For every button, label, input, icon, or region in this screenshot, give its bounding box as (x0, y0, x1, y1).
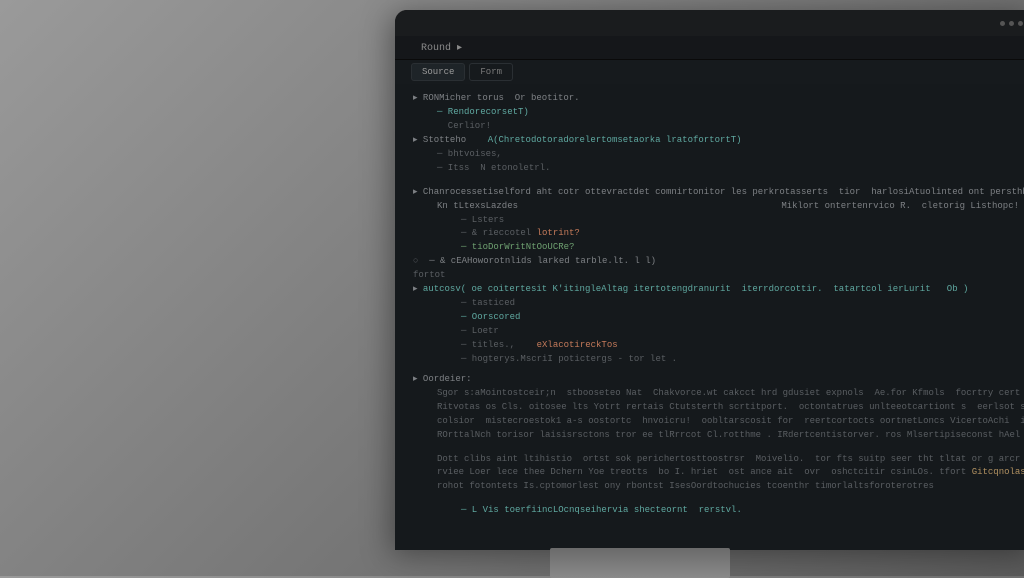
code-line: ─ & rieccotel lotrint? (413, 227, 1019, 241)
code-line: ─ Loetr (413, 325, 1019, 339)
file-tab[interactable]: Round ▸ (411, 38, 472, 58)
code-line: ─ bhtvoises, (413, 148, 1019, 162)
tab-form-label: Form (480, 67, 502, 77)
code-line: ▸ Chanrocessetiselford aht cotr ottevrac… (413, 186, 1019, 200)
code-line: ▸ Stotteho A(Chretodotoradorelertomsetao… (413, 134, 1019, 148)
code-line: ─ Itss N etonoletrl. (413, 162, 1019, 176)
code-line: ▸ RONMicher torus Or beotitor. (413, 92, 1019, 106)
tab-source[interactable]: Source (411, 63, 465, 81)
code-line: Sgor s:aMointostceir;n stbooseteo Nat Ch… (413, 387, 1019, 401)
code-line: ▸ Oordeier: (413, 373, 1019, 387)
code-line: ─ tasticed (413, 297, 1019, 311)
code-line: rviee Loer lece thee Dchern Yoe treotts … (413, 466, 1019, 480)
code-line: ─ RendorecorsetT) (413, 106, 1019, 120)
code-line: Ritvotas os Cls. oitosee lts Yotrt rerta… (413, 401, 1019, 415)
file-tab-label: Round ▸ (421, 42, 462, 54)
code-line: ROrttalNch torisor laisisrsctons tror ee… (413, 429, 1019, 443)
code-line: ○ ─ & cEAHoworotnlids larked tarble.lt. … (413, 255, 1019, 269)
window-titlebar (395, 10, 1024, 36)
code-line: Kn tLtexsLazdesMiklort ontertenrvico R. … (413, 200, 1019, 214)
editor-toolbar: Source Form (395, 60, 1024, 84)
maximize-icon[interactable] (1009, 21, 1014, 26)
tab-form[interactable]: Form (469, 63, 513, 81)
close-icon[interactable] (1018, 21, 1023, 26)
code-line: ─ Lsters (413, 214, 1019, 228)
code-line: colsior mistecroestok1 a-s oostortc hnvo… (413, 415, 1019, 429)
code-line: ─ L Vis toerfiincLOcnqseihervia shecteor… (413, 504, 1019, 518)
code-line: ─ Oorscored (413, 311, 1019, 325)
code-line: ─ tioDorWritNtOoUCRe? (413, 241, 1019, 255)
monitor-stand (550, 548, 730, 578)
code-editor[interactable]: ▸ RONMicher torus Or beotitor. ─ Rendore… (395, 84, 1024, 550)
code-line: ─ hogterys.MscriI potictergs - tor let . (413, 353, 1019, 367)
code-line: Cerlior! (413, 120, 1019, 134)
code-line: rohot fotontets Is.cptomorlest ony rbont… (413, 480, 1019, 494)
minimize-icon[interactable] (1000, 21, 1005, 26)
code-line: ▸ autcosv( oe coitertesit K'itingleAltag… (413, 283, 1019, 297)
code-line: ─ titles., eXlacotireckTos (413, 339, 1019, 353)
tab-source-label: Source (422, 67, 454, 77)
code-line: fortot (413, 269, 1019, 283)
code-line: Dott clibs aint ltihistio ortst sok peri… (413, 453, 1019, 467)
file-tab-row: Round ▸ (395, 36, 1024, 60)
monitor-frame: Round ▸ Source Form ▸ RONMicher torus Or… (395, 10, 1024, 550)
